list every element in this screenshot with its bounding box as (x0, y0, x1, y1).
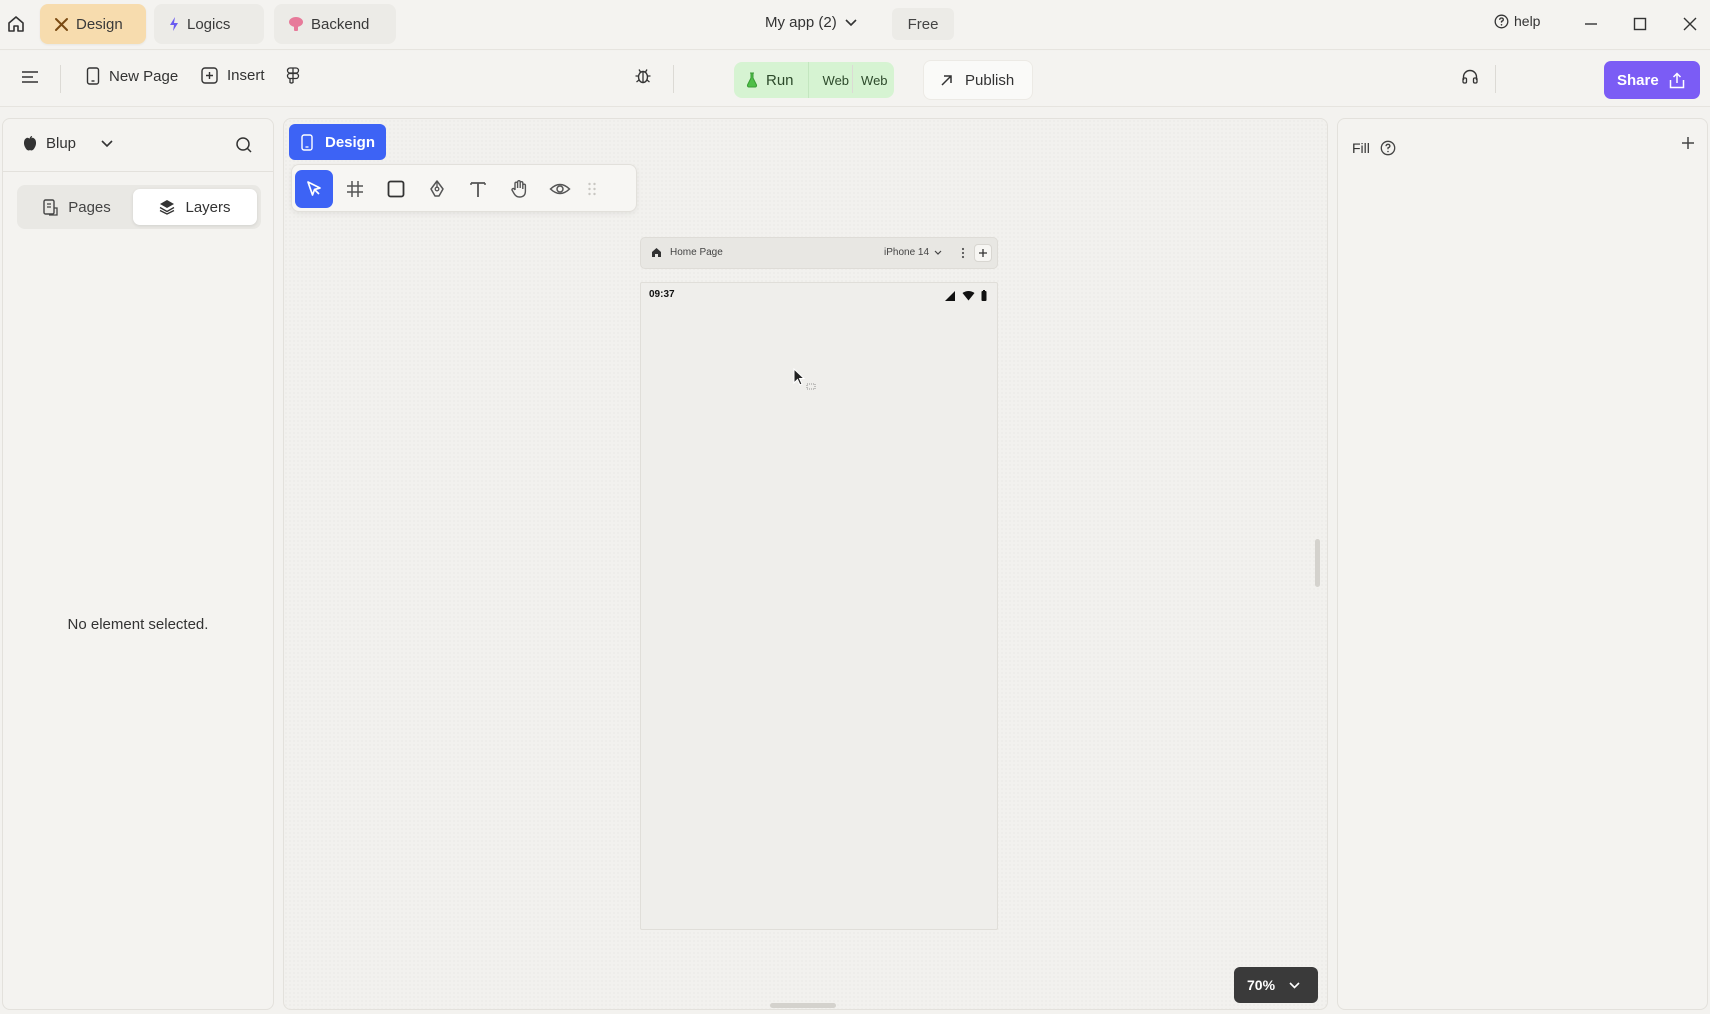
new-page-label: New Page (109, 67, 179, 85)
horizontal-scrollbar[interactable] (770, 1003, 836, 1008)
run-target-2: Web (861, 72, 888, 88)
publish-button[interactable]: Publish (924, 61, 1032, 99)
question-circle-icon (1494, 14, 1509, 29)
bug-debug-icon[interactable] (634, 67, 652, 85)
select-icon[interactable] (295, 170, 333, 208)
zoom-control[interactable]: 70% (1234, 967, 1318, 1003)
design-mode-chip[interactable]: Design (289, 124, 386, 160)
share-label: Share (1617, 71, 1659, 89)
empty-selection-message: No element selected. (67, 616, 209, 633)
title-bar: Design Logics Backend My app (2) Free he… (0, 0, 1710, 50)
chevron-down-icon (934, 250, 942, 256)
frame-grid-icon[interactable] (336, 170, 374, 208)
status-bar-time: 09:37 (649, 289, 675, 300)
chevron-down-icon (101, 139, 113, 148)
run-label: Run (766, 71, 794, 89)
tab-pages[interactable]: Pages (21, 189, 133, 225)
insert-label: Insert (227, 67, 265, 84)
insert-button[interactable]: Insert (201, 67, 265, 84)
fill-section-header: Fill (1352, 140, 1396, 156)
help-label: help (1514, 13, 1541, 29)
drag-handle-icon[interactable] (580, 170, 604, 208)
tab-layers[interactable]: Layers (133, 189, 257, 225)
menu-icon[interactable] (21, 69, 39, 85)
pen-icon[interactable] (418, 170, 456, 208)
maximize-icon[interactable] (1627, 11, 1653, 37)
minimize-icon[interactable] (1578, 11, 1604, 37)
status-bar-icons (945, 290, 987, 301)
tab-backend[interactable]: Backend (274, 4, 396, 44)
layers-icon (159, 199, 175, 215)
blup-logo-icon (23, 135, 37, 152)
share-button[interactable]: Share (1604, 61, 1700, 99)
headset-support-icon[interactable] (1461, 68, 1479, 86)
run-target-1: Web (822, 72, 850, 88)
app-selector[interactable]: My app (2) (765, 14, 857, 31)
rectangle-icon[interactable] (377, 170, 415, 208)
tab-layers-label: Layers (185, 198, 231, 216)
more-vertical-icon[interactable] (961, 246, 965, 260)
chevron-down-icon (1289, 981, 1300, 989)
wifi-icon (962, 290, 975, 301)
design-tools-icon (54, 17, 69, 32)
frame-page-name: Home Page (670, 247, 723, 258)
chevron-down-icon (845, 18, 857, 27)
frame-header[interactable]: Home Page iPhone 14 (640, 237, 998, 269)
battery-icon (981, 290, 987, 301)
project-selector[interactable]: Blup (23, 135, 113, 152)
tab-logics[interactable]: Logics (154, 4, 264, 44)
phone-frame[interactable]: 09:37 (640, 282, 998, 930)
hand-icon[interactable] (500, 170, 538, 208)
search-icon[interactable] (235, 136, 253, 154)
publish-label: Publish (965, 71, 1015, 89)
tab-backend-label: Backend (311, 15, 370, 33)
run-target-selector[interactable]: Web Web (809, 73, 888, 88)
design-canvas[interactable]: Design Home Page iPhone 14 09:37 70% (283, 118, 1328, 1010)
tab-design[interactable]: Design (40, 4, 146, 44)
run-flask-icon (746, 72, 758, 88)
design-mode-label: Design (325, 133, 376, 151)
left-panel: Blup Pages Layers No element selected. (2, 118, 274, 1010)
mouse-cursor-icon (792, 368, 818, 392)
plus-square-icon (201, 67, 218, 84)
question-circle-icon[interactable] (1380, 140, 1396, 156)
lightning-icon (168, 16, 180, 32)
device-selector[interactable]: iPhone 14 (884, 247, 942, 258)
close-icon[interactable] (1677, 11, 1703, 37)
home-icon[interactable] (4, 12, 28, 36)
new-page-button[interactable]: New Page (86, 67, 178, 85)
frame-page-title: Home Page (651, 247, 723, 258)
add-frame-button[interactable] (974, 244, 992, 262)
cellular-signal-icon (945, 290, 956, 301)
mobile-device-icon (301, 133, 313, 151)
share-upload-icon (1669, 71, 1685, 89)
preview-eye-icon[interactable] (541, 170, 579, 208)
add-fill-icon[interactable] (1681, 136, 1695, 150)
figma-import-icon[interactable] (286, 67, 300, 85)
mobile-page-icon (86, 67, 100, 85)
arrow-up-right-icon (940, 74, 953, 87)
pages-icon (43, 198, 58, 216)
tab-design-label: Design (76, 15, 123, 33)
device-name: iPhone 14 (884, 247, 930, 258)
plan-badge[interactable]: Free (892, 8, 954, 40)
help-button[interactable]: help (1494, 13, 1540, 29)
right-panel: Fill (1337, 118, 1708, 1010)
app-name: My app (2) (765, 14, 837, 31)
home-icon (651, 247, 662, 258)
fill-label: Fill (1352, 140, 1370, 156)
main-toolbar: New Page Insert Run Web Web Publish Shar… (0, 51, 1710, 107)
tab-pages-label: Pages (68, 198, 111, 216)
run-group: Run Web Web (734, 62, 894, 98)
vertical-scrollbar[interactable] (1315, 539, 1320, 587)
mushroom-cloud-icon (288, 16, 304, 32)
pages-layers-toggle: Pages Layers (17, 185, 261, 229)
tab-logics-label: Logics (187, 15, 231, 33)
zoom-level: 70% (1247, 977, 1276, 993)
tool-palette (291, 164, 637, 212)
project-name: Blup (46, 135, 77, 152)
run-button[interactable]: Run (734, 62, 809, 98)
text-icon[interactable] (459, 170, 497, 208)
